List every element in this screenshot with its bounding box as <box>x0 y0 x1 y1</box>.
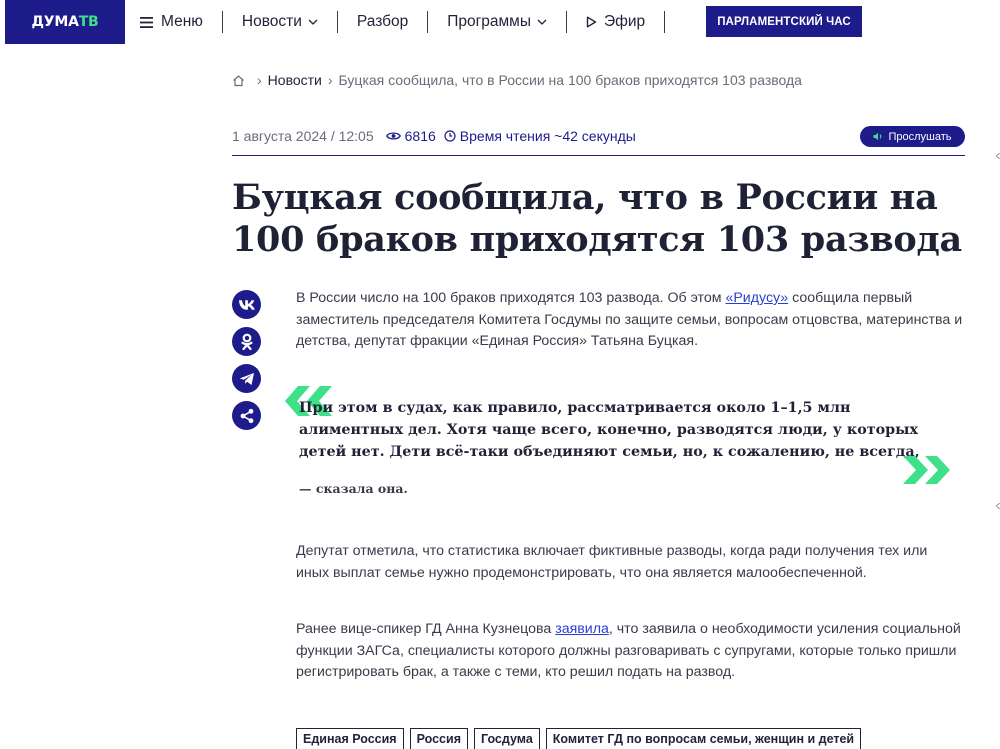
site-logo[interactable]: ДУМА ТВ <box>5 0 125 44</box>
listen-button[interactable]: Прослушать <box>860 126 965 147</box>
nav-menu-button[interactable]: Меню <box>140 0 203 44</box>
tag-list: Единая Россия Россия Госдума Комитет ГД … <box>296 728 867 749</box>
tag-item[interactable]: Госдума <box>474 728 540 749</box>
quote-attribution: — сказала она. <box>299 481 408 496</box>
nav-divider <box>221 11 223 33</box>
chevron-down-icon <box>537 19 547 25</box>
article-title: Буцкая сообщила, что в России на 100 бра… <box>232 177 962 260</box>
reading-time-label: Время чтения ~42 секунды <box>459 128 636 144</box>
breadcrumb-news-link[interactable]: Новости <box>268 72 322 88</box>
tag-item[interactable]: Единая Россия <box>296 728 404 749</box>
clock-icon <box>444 130 456 142</box>
listen-label: Прослушать <box>888 130 952 143</box>
breadcrumb-separator: › <box>327 72 333 88</box>
nav-news-label: Новости <box>241 13 302 30</box>
tag-item[interactable]: Комитет ГД по вопросам семьи, женщин и д… <box>545 728 862 749</box>
tag-item[interactable]: Россия <box>409 728 468 749</box>
article-paragraph: В России число на 100 браков приходятся … <box>296 288 964 353</box>
nav-divider <box>664 11 666 33</box>
hamburger-icon <box>140 16 153 28</box>
chevron-down-icon <box>308 19 318 25</box>
nav-news[interactable]: Новости <box>242 0 318 44</box>
share-vk-button[interactable] <box>232 290 261 319</box>
breadcrumb-separator: › <box>257 72 262 88</box>
paragraph-text: В России число на 100 браков приходятся … <box>296 290 726 306</box>
nav-divider <box>565 11 567 33</box>
nav-programs-label: Программы <box>447 13 531 30</box>
share-icon <box>240 408 253 423</box>
nav-divider <box>336 11 338 33</box>
nav-analysis-label: Разбор <box>356 13 409 30</box>
nav-analysis[interactable]: Разбор <box>357 0 408 44</box>
share-generic-button[interactable] <box>232 401 261 430</box>
meta-divider <box>232 155 965 156</box>
view-count-value: 6816 <box>404 128 436 144</box>
publish-date: 1 августа 2024 / 12:05 <box>232 128 374 144</box>
breadcrumb-current: Буцкая сообщила, что в России на 100 бра… <box>338 72 802 88</box>
share-ok-button[interactable] <box>232 327 261 356</box>
odnoklassniki-icon <box>240 333 253 350</box>
nav-live-label: Эфир <box>603 13 646 30</box>
scroll-hint-icon <box>996 153 1000 159</box>
article-meta: 1 августа 2024 / 12:05 6816 Время чтения… <box>232 126 636 146</box>
nav-live[interactable]: Эфир <box>586 0 645 44</box>
vk-icon <box>238 299 255 310</box>
paragraph-text: Ранее вице-спикер ГД Анна Кузнецова <box>296 621 556 637</box>
nav-menu-label: Меню <box>161 13 203 30</box>
home-icon[interactable] <box>232 74 245 87</box>
telegram-icon <box>239 372 254 385</box>
speaker-icon <box>873 132 882 141</box>
nav-programs[interactable]: Программы <box>447 0 547 44</box>
view-count: 6816 <box>385 128 436 144</box>
eye-icon <box>385 132 401 140</box>
reading-time: Время чтения ~42 секунды <box>444 128 636 144</box>
statement-link[interactable]: заявила <box>555 621 609 637</box>
share-telegram-button[interactable] <box>232 364 261 393</box>
nav-divider <box>427 11 429 33</box>
article-paragraph: Депутат отметила, что статистика включае… <box>296 543 928 581</box>
article-paragraph: Ранее вице-спикер ГД Анна Кузнецова заяв… <box>296 619 964 684</box>
logo-text-duma: ДУМА <box>31 14 79 30</box>
site-header: ДУМА ТВ Меню Новости Разбор Программы Эф… <box>0 0 1000 44</box>
breadcrumb: › Новости › Буцкая сообщила, что в Росси… <box>232 70 802 90</box>
parliament-hour-button[interactable]: ПАРЛАМЕНТСКИЙ ЧАС <box>706 6 862 37</box>
logo-text-tv: ТВ <box>78 14 99 30</box>
main-nav: Меню Новости Разбор Программы Эфир <box>140 0 684 44</box>
ridus-link[interactable]: «Ридусу» <box>725 290 788 306</box>
share-bar <box>232 290 262 438</box>
scroll-hint-icon <box>996 503 1000 509</box>
quote-close-icon <box>903 456 950 484</box>
play-icon <box>586 16 597 28</box>
article-quote: При этом в судах, как правило, рассматри… <box>299 400 920 460</box>
